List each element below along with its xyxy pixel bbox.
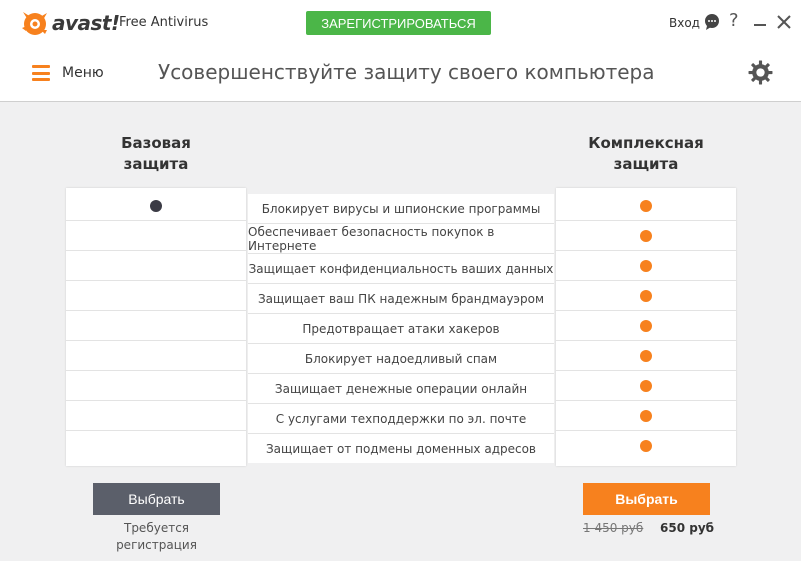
full-included-dot-icon xyxy=(640,229,652,242)
full-included-dot-icon xyxy=(640,199,652,212)
basic-plan-cell xyxy=(66,371,246,401)
basic-plan-cell xyxy=(66,221,246,251)
feature-row: Обеспечивает безопасность покупок в Инте… xyxy=(248,224,554,254)
full-included-dot-icon xyxy=(640,259,652,272)
full-plan-cell xyxy=(556,191,736,221)
feature-row: Защищает от подмены доменных адресов xyxy=(265,442,536,456)
feature-row: Защищает денежные операции онлайн xyxy=(248,374,554,404)
full-included-dot-icon xyxy=(640,289,652,302)
full-plan-column xyxy=(556,188,736,466)
full-included-dot-icon xyxy=(640,409,652,422)
full-plan-cell xyxy=(556,401,736,431)
avast-logo-icon xyxy=(22,12,47,35)
page-title: Усовершенствуйте защиту своего компьютер… xyxy=(158,60,655,84)
logo-text: avast! xyxy=(52,11,120,35)
full-plan-cell xyxy=(556,221,736,251)
menu-button[interactable]: Меню xyxy=(32,62,104,84)
full-plan-cell xyxy=(556,281,736,311)
gear-icon[interactable] xyxy=(748,60,773,85)
full-plan-cell xyxy=(556,371,736,401)
menu-icon xyxy=(32,65,50,81)
full-plan-title: Комплексная защита xyxy=(588,134,704,173)
login-link[interactable]: Вход xyxy=(669,16,700,30)
full-plan-cell xyxy=(556,431,736,461)
basic-plan-cell xyxy=(66,311,246,341)
full-plan-cell xyxy=(556,311,736,341)
register-button[interactable]: ЗАРЕГИСТРИРОВАТЬСЯ xyxy=(306,11,491,35)
basic-plan-column xyxy=(66,188,246,466)
product-name: Free Antivirus xyxy=(119,15,209,30)
chat-icon[interactable] xyxy=(704,14,720,30)
full-included-dot-icon xyxy=(640,319,652,332)
basic-plan-cell xyxy=(66,251,246,281)
feature-row: Предотвращает атаки хакеров xyxy=(248,314,554,344)
feature-row: Блокирует надоедливый спам xyxy=(248,344,554,374)
new-price: 650 руб xyxy=(660,521,715,535)
feature-row: Защищает ваш ПК надежным брандмауэром xyxy=(248,284,554,314)
feature-row: Защищает конфиденциальность ваших данных xyxy=(248,254,554,284)
full-included-dot-icon xyxy=(640,440,652,452)
header: Меню Усовершенствуйте защиту своего комп… xyxy=(0,45,801,102)
select-basic-button[interactable]: Выбрать xyxy=(93,483,220,515)
feature-row: С услугами техподдержки по эл. почте xyxy=(248,404,554,434)
minimize-icon[interactable] xyxy=(754,24,766,26)
title-bar: avast! Free Antivirus ЗАРЕГИСТРИРОВАТЬСЯ… xyxy=(0,0,801,45)
basic-included-dot-icon xyxy=(150,199,162,212)
full-plan-cell xyxy=(556,251,736,281)
menu-label: Меню xyxy=(62,65,104,81)
basic-plan-cell xyxy=(66,281,246,311)
full-plan-cell xyxy=(556,341,736,371)
select-full-button[interactable]: Выбрать xyxy=(583,483,710,515)
basic-plan-cell xyxy=(66,431,246,461)
basic-plan-cell xyxy=(66,401,246,431)
basic-plan-cell xyxy=(66,191,246,221)
features-column: Блокирует вирусы и шпионские программы Об… xyxy=(248,194,554,463)
help-icon[interactable]: ? xyxy=(729,10,739,31)
avast-logo: avast! xyxy=(20,8,120,38)
full-included-dot-icon xyxy=(640,349,652,362)
registration-note: Требуется регистрация xyxy=(116,521,197,552)
close-icon[interactable] xyxy=(777,15,791,29)
full-included-dot-icon xyxy=(640,379,652,392)
basic-plan-cell xyxy=(66,341,246,371)
feature-row: Блокирует вирусы и шпионские программы xyxy=(248,194,554,224)
old-price: 1 450 руб xyxy=(583,521,644,535)
basic-plan-title: Базовая защита xyxy=(121,134,191,173)
